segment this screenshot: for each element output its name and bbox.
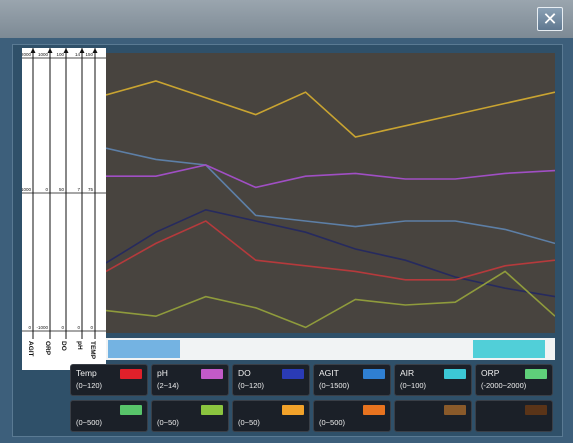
plot-area [106, 53, 555, 333]
legend-item-range: (0~500) [76, 418, 103, 427]
legend-color-swatch [525, 405, 547, 415]
axis-label-do: DO [60, 341, 67, 351]
axis-tick-label: 0 [28, 325, 31, 330]
legend-color-swatch [444, 369, 466, 379]
axis-tick-label: 14 [75, 52, 81, 57]
axis-tick-label: 100 [56, 52, 64, 57]
legend-grid: Temp (0~120) pH (2~14) DO (0~120) AGIT (0~1500)… [70, 364, 556, 432]
legend-item-slot-7[interactable]: (0~50) [151, 400, 229, 432]
legend-item-orp[interactable]: ORP (-2000~2000) [475, 364, 553, 396]
axis-arrow-icon [30, 48, 36, 53]
legend-item-range: (0~120) [76, 381, 103, 390]
plot-svg [106, 80, 555, 329]
axis-tick-label: -1000 [36, 325, 48, 330]
series-line-4 [106, 220, 555, 281]
legend-item-range: (0~500) [319, 418, 346, 427]
legend-item-label: DO [238, 368, 251, 378]
scroll-handle-left[interactable] [108, 340, 180, 358]
axis-tick-label: 2000 [22, 52, 31, 57]
legend-item-range: (0~100) [400, 381, 427, 390]
series-line-1 [106, 147, 555, 245]
axis-tick-label: 0 [77, 325, 80, 330]
legend-item-range: (0~1500) [319, 381, 350, 390]
legend-color-swatch [525, 369, 547, 379]
legend-item-range: (-2000~2000) [481, 381, 527, 390]
axis-label-temp: TEMP [89, 341, 96, 360]
axis-tick-label: 1000 [22, 187, 31, 192]
legend-color-swatch [282, 405, 304, 415]
legend-item-range: (2~14) [157, 381, 179, 390]
legend-color-swatch [363, 405, 385, 415]
legend-color-swatch [444, 405, 466, 415]
close-icon: ✕ [542, 9, 558, 29]
series-line-0 [106, 80, 555, 138]
axis-tick-label: 0 [45, 187, 48, 192]
axis-arrow-icon [63, 48, 69, 53]
axis-tick-label: 1000 [38, 52, 49, 57]
legend-color-swatch [120, 405, 142, 415]
legend-item-label: pH [157, 368, 168, 378]
axis-tick-label: 150 [85, 52, 93, 57]
legend-item-temp[interactable]: Temp (0~120) [70, 364, 148, 396]
legend-item-slot-9[interactable]: (0~500) [313, 400, 391, 432]
legend-item-range: (0~50) [157, 418, 179, 427]
title-bar: ✕ [0, 0, 573, 38]
legend-color-swatch [120, 369, 142, 379]
series-line-3 [106, 208, 555, 298]
axis-label-orp: ORP [44, 341, 51, 356]
legend-item-ph[interactable]: pH (2~14) [151, 364, 229, 396]
axis-arrow-icon [79, 48, 85, 53]
legend-item-agit[interactable]: AGIT (0~1500) [313, 364, 391, 396]
legend-item-air[interactable]: AIR (0~100) [394, 364, 472, 396]
axis-area: 2000 1000 0 AGIT 1000 0 -1000 ORP 100 50 0 DO 14 7 0 pH… [21, 48, 106, 370]
legend-item-do[interactable]: DO (0~120) [232, 364, 310, 396]
axis-tick-label: 0 [61, 325, 64, 330]
legend-color-swatch [201, 369, 223, 379]
legend-color-swatch [201, 405, 223, 415]
legend-item-range: (0~50) [238, 418, 260, 427]
axis-tick-label: 75 [88, 187, 94, 192]
legend-item-range: (0~120) [238, 381, 265, 390]
legend-item-label: AGIT [319, 368, 339, 378]
legend-item-slot-6[interactable]: (0~500) [70, 400, 148, 432]
axis-tick-label: 50 [59, 187, 65, 192]
legend-item-slot-11[interactable] [475, 400, 553, 432]
axis-arrow-icon [92, 48, 98, 53]
legend-item-label: ORP [481, 368, 500, 378]
axis-tick-label: 7 [77, 187, 80, 192]
series-line-2 [106, 164, 555, 189]
legend-item-label: Temp [76, 368, 97, 378]
legend-item-slot-10[interactable] [394, 400, 472, 432]
legend-item-label: AIR [400, 368, 415, 378]
series-line-5 [106, 270, 555, 329]
scroll-handle-right[interactable] [473, 340, 545, 358]
axes-svg: 2000 1000 0 AGIT 1000 0 -1000 ORP 100 50 0 DO 14 7 0 pH… [21, 48, 106, 360]
axis-arrow-icon [47, 48, 53, 53]
time-scrollbar[interactable] [106, 338, 555, 360]
axis-label-agit: AGIT [27, 341, 34, 357]
legend-color-swatch [363, 369, 385, 379]
legend-color-swatch [282, 369, 304, 379]
close-button[interactable]: ✕ [537, 7, 563, 31]
legend-item-slot-8[interactable]: (0~50) [232, 400, 310, 432]
axis-label-ph: pH [76, 341, 83, 350]
axis-tick-label: 0 [90, 325, 93, 330]
